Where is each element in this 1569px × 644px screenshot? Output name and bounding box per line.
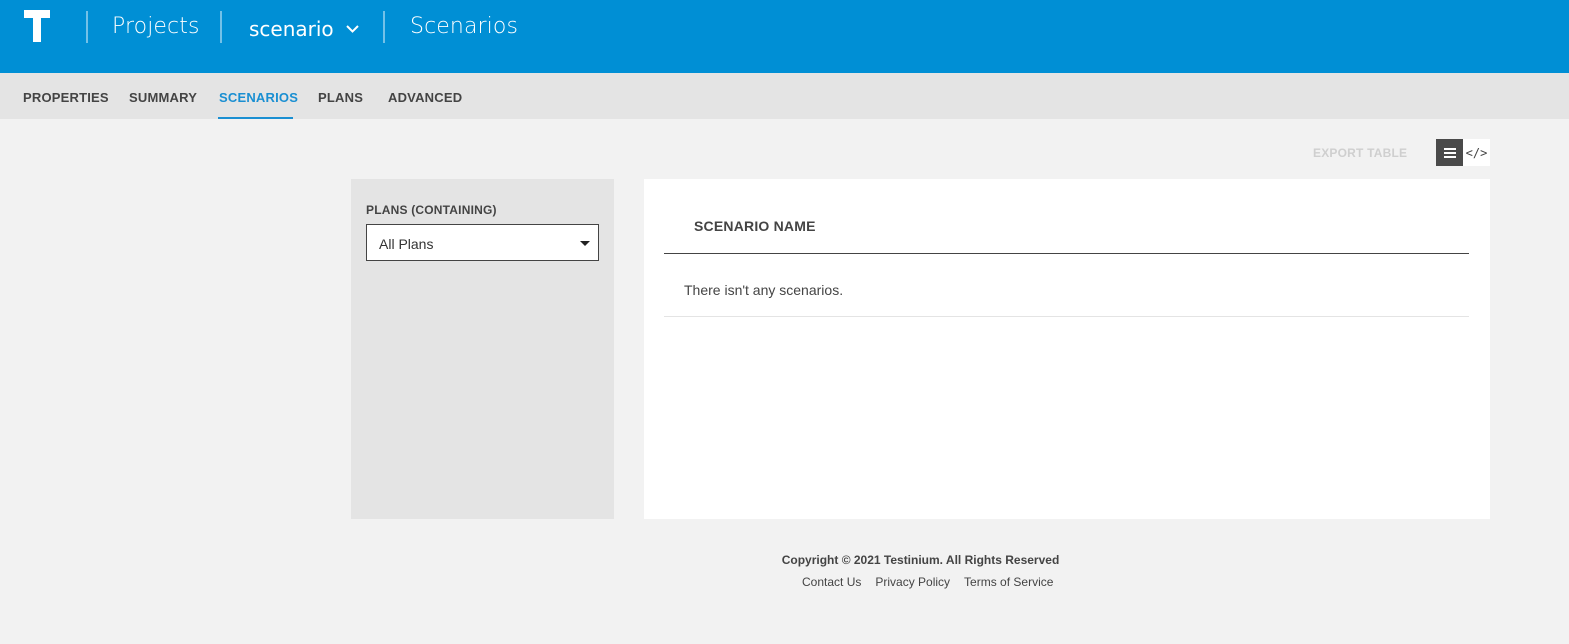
column-header-scenario-name[interactable]: SCENARIO NAME — [694, 218, 816, 234]
plans-filter-select[interactable]: All Plans — [366, 224, 599, 261]
tab-properties[interactable]: PROPERTIES — [23, 90, 109, 105]
plans-filter-label: PLANS (CONTAINING) — [366, 203, 497, 217]
project-selector[interactable]: scenario — [249, 17, 359, 41]
plans-filter-value: All Plans — [379, 236, 434, 252]
page-title: Scenarios — [410, 14, 518, 39]
divider — [220, 11, 222, 43]
footer-links: Contact Us Privacy Policy Terms of Servi… — [802, 575, 1053, 589]
footer-copyright: Copyright © 2021 Testinium. All Rights R… — [781, 553, 1060, 567]
tab-bar: PROPERTIES SUMMARY SCENARIOS PLANS ADVAN… — [0, 73, 1569, 119]
empty-state-message: There isn't any scenarios. — [684, 282, 844, 298]
filter-panel: PLANS (CONTAINING) All Plans — [351, 179, 614, 519]
list-view-button[interactable] — [1436, 139, 1463, 166]
code-view-button[interactable]: </> — [1463, 139, 1490, 166]
tab-plans[interactable]: PLANS — [318, 90, 363, 105]
export-table-button[interactable]: EXPORT TABLE — [1313, 146, 1407, 160]
top-navigation-bar: Projects scenario Scenarios — [0, 0, 1569, 73]
tab-advanced[interactable]: ADVANCED — [388, 90, 462, 105]
caret-down-icon — [580, 241, 590, 246]
list-icon — [1443, 147, 1456, 158]
row-divider — [664, 316, 1469, 317]
privacy-policy-link[interactable]: Privacy Policy — [875, 575, 950, 589]
scenarios-table: SCENARIO NAME There isn't any scenarios. — [644, 179, 1490, 519]
chevron-down-icon — [345, 25, 359, 33]
projects-link[interactable]: Projects — [112, 14, 200, 39]
project-selector-label: scenario — [249, 17, 334, 41]
active-tab-indicator — [218, 117, 293, 119]
testinium-logo-icon[interactable] — [24, 10, 50, 42]
header-divider — [664, 253, 1469, 254]
tab-scenarios[interactable]: SCENARIOS — [219, 90, 298, 105]
tab-summary[interactable]: SUMMARY — [129, 90, 197, 105]
code-icon: </> — [1465, 145, 1488, 160]
view-toggle: </> — [1436, 139, 1490, 166]
divider — [383, 11, 385, 43]
terms-of-service-link[interactable]: Terms of Service — [964, 575, 1053, 589]
contact-us-link[interactable]: Contact Us — [802, 575, 861, 589]
divider — [86, 11, 88, 43]
